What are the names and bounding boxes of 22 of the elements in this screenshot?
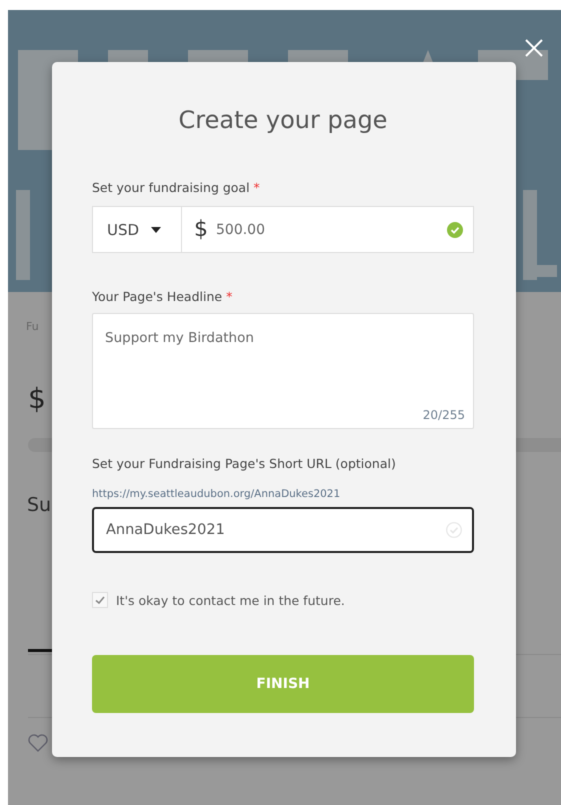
- currency-symbol: $: [194, 217, 208, 242]
- amount-text: $: [28, 382, 46, 415]
- headline-field[interactable]: Support my Birdathon 20/255: [92, 313, 474, 429]
- field-value: 500.00: [216, 222, 266, 238]
- field-label: Your Page's Headline *: [92, 289, 234, 305]
- checkmark-icon: [94, 594, 106, 606]
- goal-amount-field[interactable]: $ 500.00: [182, 206, 474, 253]
- url-preview-link[interactable]: https://my.seattleaudubon.org/AnnaDukes2021: [92, 487, 474, 501]
- field-value: AnnaDukes2021: [106, 522, 226, 538]
- character-counter: 20/255: [422, 408, 465, 422]
- close-icon[interactable]: [524, 38, 544, 58]
- dialog-title: Create your page: [178, 105, 388, 136]
- caret-icon: [151, 226, 162, 232]
- field-label: Set your Fundraising Page's Short URL (optional): [92, 456, 397, 472]
- checkbox-label: It's okay to contact me in the future.: [116, 592, 345, 608]
- field-label: Set your fundraising goal *: [92, 180, 261, 196]
- contact-checkbox[interactable]: [92, 592, 108, 608]
- field-value: Support my Birdathon: [105, 330, 254, 348]
- heading-text: Su: [27, 494, 52, 516]
- heart-icon[interactable]: [28, 734, 48, 752]
- currency-dropdown[interactable]: USD: [92, 206, 182, 253]
- short-url-field[interactable]: AnnaDukes2021: [92, 507, 474, 553]
